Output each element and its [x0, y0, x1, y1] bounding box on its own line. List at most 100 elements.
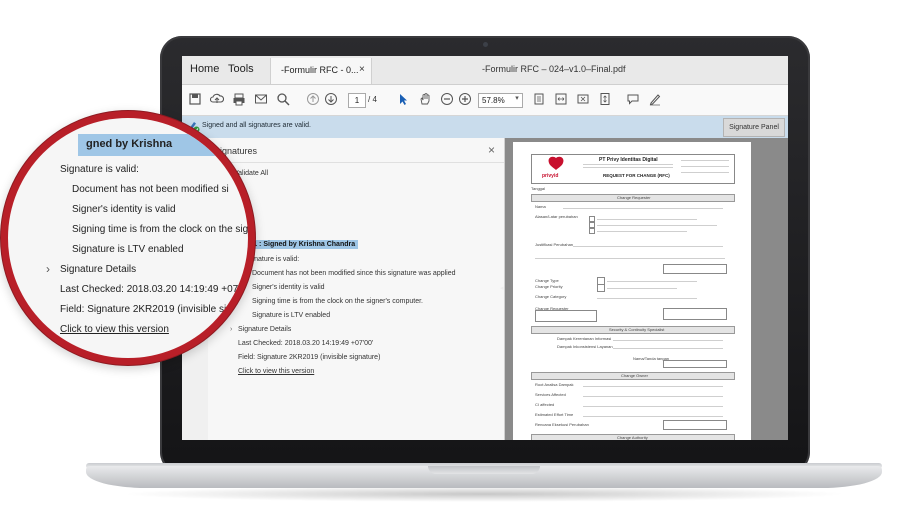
fit-page-icon[interactable]	[532, 92, 546, 106]
rule	[583, 386, 723, 387]
rule	[583, 396, 723, 397]
field-label: Nama	[535, 204, 546, 209]
rule	[597, 225, 717, 226]
panel-divider	[208, 162, 504, 163]
screen: Home Tools -Formulir RFC - 0... × -Formu…	[182, 56, 788, 440]
field-label: Estimated Effort Time	[535, 412, 574, 417]
signing-time-line: Signing time is from the clock on the si…	[252, 298, 423, 305]
rule	[583, 406, 723, 407]
zoom-in-icon[interactable]	[458, 92, 472, 106]
field-line: Field: Signature 2KR2019 (invisible sign…	[238, 354, 381, 361]
rule	[563, 208, 723, 209]
field-label: Services Affected	[535, 392, 566, 397]
signature-status-text: Signed and all signatures are valid.	[202, 122, 311, 129]
laptop-notch	[428, 466, 540, 474]
document-viewer[interactable]: ◂ privyid PT Privy Identitas Digital REQ…	[500, 138, 788, 440]
signature-details-toggle[interactable]: Signature Details	[238, 326, 291, 333]
hand-tool-icon[interactable]	[418, 92, 432, 106]
comment-icon[interactable]	[626, 92, 640, 106]
field-label: Change Type	[535, 278, 559, 283]
validate-all-button[interactable]: Validate All	[234, 170, 268, 177]
signature-panel-button[interactable]: Signature Panel	[723, 118, 785, 137]
select-cursor-icon[interactable]	[396, 92, 410, 106]
magnified-header: gned by Krishna	[86, 138, 173, 150]
field-label: Alasan/Latar perubahan	[535, 214, 578, 219]
signature-status-line: Signature is valid:	[244, 256, 300, 263]
signature-box	[663, 308, 727, 320]
magnified-line: Signing time is from the clock on the si…	[72, 224, 248, 235]
chevron-down-icon[interactable]: ▾	[510, 92, 524, 106]
rule	[573, 246, 723, 247]
magnifier-callout: gned by Krishna Signature is valid: Docu…	[8, 118, 248, 358]
field-label: Dampak Inkonsistensi Layanan	[557, 344, 613, 349]
sign-pen-icon[interactable]	[648, 92, 662, 106]
rule	[607, 281, 697, 282]
document-tab[interactable]: -Formulir RFC - 0... ×	[270, 58, 372, 84]
field-label: CI affected	[535, 402, 555, 407]
checkbox	[589, 228, 595, 234]
upload-icon[interactable]	[209, 92, 225, 106]
signature-box	[663, 264, 727, 274]
field-label: Dampak Kerentanan Informasi	[557, 336, 612, 341]
zoom-out-icon[interactable]	[440, 92, 454, 106]
checkbox	[597, 284, 605, 292]
rule	[535, 258, 725, 259]
tab-close-button[interactable]: ×	[359, 64, 365, 75]
panel-collapse-handle[interactable]: ◂	[500, 284, 504, 292]
scroll-mode-icon[interactable]	[598, 92, 612, 106]
toolbar: 1 / 4 57.8% ▾	[182, 85, 788, 116]
requester-box	[535, 310, 597, 322]
chevron-right-icon: ›	[46, 262, 50, 276]
page-number-input[interactable]: 1	[348, 93, 366, 108]
field-label: Root Analisa Dampak	[535, 382, 574, 387]
field-label: Justifikasi Perubahan	[535, 242, 574, 247]
signature-box	[663, 360, 727, 368]
laptop-shadow	[120, 486, 848, 502]
section-title: Change Authority	[617, 435, 648, 440]
field-label: Tanggal	[531, 186, 546, 191]
section-title: Change Owner	[621, 373, 648, 378]
magnified-line: Signature is valid:	[60, 164, 139, 175]
rule	[583, 416, 723, 417]
magnified-line: Field: Signature 2KR2019 (invisible sign…	[60, 304, 246, 315]
next-page-icon[interactable]	[324, 92, 338, 106]
pdf-page: privyid PT Privy Identitas Digital REQUE…	[513, 142, 751, 440]
close-icon[interactable]: ×	[488, 143, 495, 157]
rule	[597, 219, 697, 220]
magnified-line: Last Checked: 2018.03.20 14:19:49 +07'00	[60, 284, 248, 295]
magnified-link: Click to view this version	[60, 324, 169, 335]
rule	[597, 231, 687, 232]
section-title: Change Requester	[617, 195, 651, 200]
rule	[613, 348, 723, 349]
save-icon[interactable]	[188, 92, 202, 106]
magnified-line: Signer's identity is valid	[72, 204, 176, 215]
last-checked-line: Last Checked: 2018.03.20 14:19:49 +07'00…	[238, 340, 374, 347]
rule	[681, 166, 729, 167]
field-label: Rencana Eksekusi Perubahan	[535, 422, 589, 427]
signature-revision-item[interactable]: Rev. 1 : Signed by Krishna Chandra	[234, 240, 359, 249]
logo-text: privyid	[542, 173, 559, 179]
rule	[583, 167, 673, 168]
field-label: Change Priority	[535, 284, 563, 289]
rule	[613, 340, 723, 341]
rotate-icon[interactable]	[576, 92, 590, 106]
menu-tools[interactable]: Tools	[228, 63, 254, 75]
magnified-line: Signature Details	[60, 264, 137, 275]
chevron-right-icon[interactable]: ›	[230, 326, 232, 333]
signatures-panel: Signatures × Validate All ▾ Rev. 1 : Sig…	[208, 138, 505, 440]
previous-page-icon[interactable]	[306, 92, 320, 106]
form-title: REQUEST FOR CHANGE (RFC)	[603, 173, 670, 178]
mail-icon[interactable]	[254, 92, 268, 106]
rule	[607, 288, 677, 289]
page-total: / 4	[368, 95, 377, 104]
print-icon[interactable]	[232, 92, 246, 106]
fit-width-icon[interactable]	[554, 92, 568, 106]
search-icon[interactable]	[276, 92, 290, 106]
menu-home[interactable]: Home	[190, 63, 219, 75]
ltv-status-line: Signature is LTV enabled	[252, 312, 331, 319]
field-label: Change Category	[535, 294, 567, 299]
view-version-link[interactable]: Click to view this version	[238, 368, 314, 375]
rule	[583, 164, 673, 165]
rule	[681, 172, 729, 173]
signature-status-bar: Signed and all signatures are valid. Sig…	[182, 116, 788, 139]
